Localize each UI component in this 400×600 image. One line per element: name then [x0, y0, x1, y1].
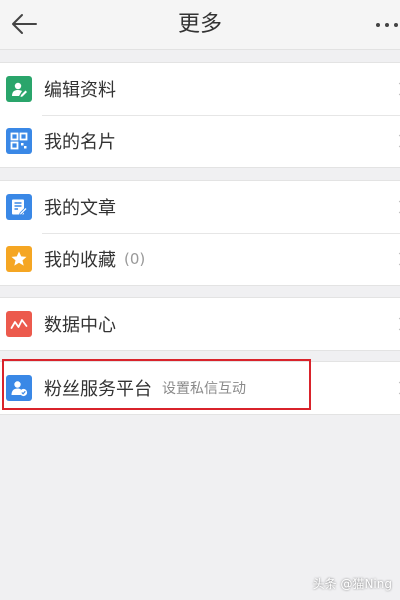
menu-item-my-favorites[interactable]: 我的收藏 (0) [0, 233, 400, 285]
qr-card-icon [6, 128, 32, 154]
menu-item-my-card[interactable]: 我的名片 [0, 115, 400, 167]
group-fans: 粉丝服务平台 设置私信互动 [0, 361, 400, 415]
group-profile: 编辑资料 我的名片 [0, 62, 400, 168]
star-icon [6, 246, 32, 272]
watermark: 头条 @猫Ning [312, 577, 392, 591]
menu-item-edit-profile[interactable]: 编辑资料 [0, 63, 400, 115]
favorites-count: (0) [124, 250, 146, 268]
menu-item-label: 我的文章 [44, 198, 116, 219]
chevron-right-icon [393, 200, 400, 214]
menu-item-label: 编辑资料 [44, 80, 116, 101]
group-data: 数据中心 [0, 297, 400, 351]
chevron-right-icon [393, 134, 400, 148]
menu-item-label: 我的名片 [44, 132, 116, 153]
top-bar: 更多 [0, 0, 400, 50]
menu-item-label: 数据中心 [44, 315, 116, 336]
menu-item-label: 我的收藏 [44, 250, 116, 271]
chart-line-icon [6, 311, 32, 337]
page-title: 更多 [177, 12, 222, 37]
more-dot [385, 23, 389, 27]
menu-item-my-articles[interactable]: 我的文章 [0, 181, 400, 233]
group-content: 我的文章 我的收藏 (0) [0, 180, 400, 286]
chevron-right-icon [393, 82, 400, 96]
chevron-right-icon [393, 381, 400, 395]
more-button[interactable] [370, 10, 400, 40]
menu-item-label: 粉丝服务平台 [44, 379, 152, 400]
article-edit-icon [6, 194, 32, 220]
more-dot [394, 23, 398, 27]
more-dots-icon [376, 23, 380, 27]
menu-item-subtitle: 设置私信互动 [162, 381, 246, 397]
chevron-right-icon [393, 252, 400, 266]
fan-service-icon [6, 375, 32, 401]
menu-item-data-center[interactable]: 数据中心 [0, 298, 400, 350]
chevron-right-icon [393, 317, 400, 331]
profile-edit-icon [6, 76, 32, 102]
menu-item-fan-service[interactable]: 粉丝服务平台 设置私信互动 [0, 362, 400, 414]
